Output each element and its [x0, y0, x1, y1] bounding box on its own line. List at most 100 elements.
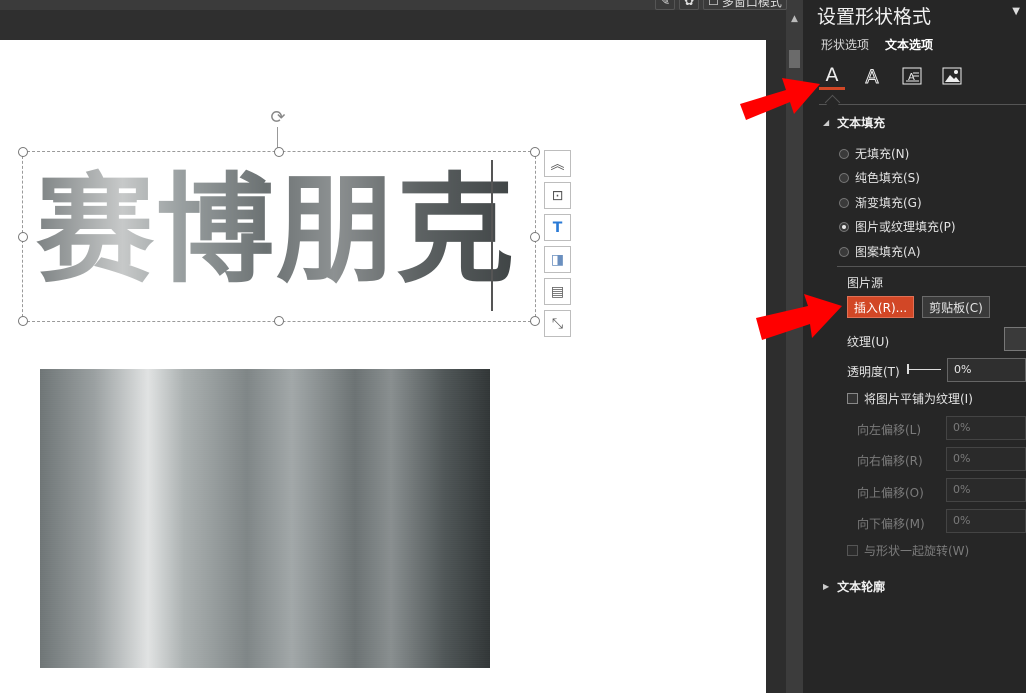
canvas-gutter	[766, 40, 786, 693]
radio-picture-fill[interactable]: 图片或纹理填充(P)	[839, 218, 956, 235]
top-toolbar: ✎ ✿ ☐ 多窗口模式	[655, 0, 787, 10]
radio-pattern-fill[interactable]: 图案填充(A)	[839, 243, 921, 260]
pane-menu-chevron-icon[interactable]: ▼	[1012, 6, 1020, 17]
text-box-icon[interactable]: A	[899, 62, 925, 90]
pane-separator	[819, 104, 1026, 105]
texture-picker-button[interactable]	[1004, 327, 1026, 351]
multiwindow-label: 多窗口模式	[721, 0, 782, 9]
offset-top-label: 向上偏移(O)	[857, 486, 924, 500]
multiwindow-button[interactable]: ☐ 多窗口模式	[703, 0, 787, 10]
offset-top-input[interactable]: 0%	[946, 478, 1026, 502]
pane-tabs: 形状选项 文本选项	[821, 36, 933, 53]
options-divider	[837, 266, 1026, 267]
offset-right-label: 向右偏移(R)	[857, 454, 923, 468]
ruler-bar	[0, 10, 803, 40]
red-arrow-icon	[756, 294, 842, 340]
transparency-slider[interactable]	[907, 369, 941, 370]
section-expanded-icon: ◢	[823, 118, 830, 127]
radio-picture-fill-label: 图片或纹理填充(P)	[855, 220, 956, 234]
offset-right-input[interactable]: 0%	[946, 447, 1026, 471]
collapse-tools-button[interactable]: ︽	[544, 150, 571, 177]
rotate-with-shape-option[interactable]: 与形状一起旋转(W)	[847, 542, 969, 559]
text-frame-icon: T	[552, 219, 563, 236]
svg-text:A: A	[866, 66, 879, 87]
text-style-button[interactable]: T	[544, 214, 571, 241]
text-caret	[491, 160, 493, 311]
radio-pattern-fill-label: 图案填充(A)	[855, 245, 921, 259]
offset-bottom-label: 向下偏移(M)	[857, 517, 925, 531]
section-collapsed-icon: ▶	[823, 582, 830, 591]
offset-left-input[interactable]: 0%	[946, 416, 1026, 440]
crop-arrow-icon: ⤡	[551, 315, 564, 332]
radio-no-fill[interactable]: 无填充(N)	[839, 145, 909, 162]
rotate-with-shape-checkbox[interactable]	[847, 545, 858, 556]
crop-button[interactable]: ⤡	[544, 310, 571, 337]
format-shape-pane: 设置形状格式 ▼ 形状选项 文本选项 A A A ◢ 文本填充 无填充(N) 纯…	[803, 0, 1026, 693]
text-options-icon-row: A A A	[819, 62, 965, 90]
radio-gradient-fill[interactable]: 渐变填充(G)	[839, 194, 922, 211]
slide-text[interactable]: 赛博朋克	[36, 160, 516, 300]
clipboard-button[interactable]: 剪贴板(C)	[922, 296, 990, 318]
align-center-icon: ⊡	[551, 187, 564, 204]
radio-solid-fill-label: 纯色填充(S)	[855, 171, 920, 185]
text-effects-icon[interactable]: A	[859, 62, 885, 90]
text-wrap-icon: ▤	[550, 283, 565, 300]
draw-icon: ✎	[660, 0, 671, 8]
radio-gradient-fill-label: 渐变填充(G)	[855, 196, 922, 210]
radio-picture-fill-control[interactable]	[839, 221, 849, 232]
offset-left-label: 向左偏移(L)	[857, 423, 922, 437]
transparency-input[interactable]: 0%	[947, 358, 1026, 382]
text-outline-section-header[interactable]: ▶ 文本轮廓	[823, 578, 885, 595]
radio-solid-fill[interactable]: 纯色填充(S)	[839, 169, 920, 186]
rotate-stem	[277, 127, 278, 149]
offset-bottom-input[interactable]: 0%	[946, 509, 1026, 533]
resize-handle-bottom[interactable]	[274, 316, 284, 326]
texture-label: 纹理(U)	[847, 335, 890, 349]
double-chevron-up-icon: ︽	[550, 156, 565, 173]
rotate-handle-icon[interactable]: ⟳	[268, 108, 288, 128]
text-fill-header: 文本填充	[837, 116, 886, 130]
tile-texture-label: 将图片平铺为纹理(I)	[864, 392, 973, 406]
pane-separator-notch	[824, 94, 841, 111]
resize-handle-bottom-right[interactable]	[530, 316, 540, 326]
radio-no-fill-control[interactable]	[839, 148, 849, 159]
transparency-label: 透明度(T)	[847, 365, 900, 379]
resize-handle-bottom-left[interactable]	[18, 316, 28, 326]
pane-title: 设置形状格式	[817, 6, 932, 28]
insert-button[interactable]: 插入(R)...	[847, 296, 914, 318]
tab-shape-options[interactable]: 形状选项	[821, 36, 869, 53]
brushed-metal-image[interactable]	[40, 369, 490, 668]
picture-icon[interactable]	[939, 62, 965, 90]
tab-text-options[interactable]: 文本选项	[885, 36, 933, 53]
resize-handle-left[interactable]	[18, 232, 28, 242]
draw-button[interactable]: ✎	[655, 0, 676, 10]
tile-texture-option[interactable]: 将图片平铺为纹理(I)	[847, 390, 973, 407]
resize-handle-top[interactable]	[274, 147, 284, 157]
resize-handle-top-right[interactable]	[530, 147, 540, 157]
resize-handle-right[interactable]	[530, 232, 540, 242]
resize-handle-top-left[interactable]	[18, 147, 28, 157]
wrap-button[interactable]: ▤	[544, 278, 571, 305]
settings-icon: ✿	[684, 0, 695, 8]
shape-layers-icon: ◨	[550, 251, 565, 268]
tile-texture-checkbox[interactable]	[847, 393, 858, 404]
align-button[interactable]: ⊡	[544, 182, 571, 209]
picture-source-label: 图片源	[847, 276, 884, 290]
shape-fill-button[interactable]: ◨	[544, 246, 571, 273]
text-fill-outline-icon[interactable]: A	[819, 62, 845, 90]
text-fill-section-header[interactable]: ◢ 文本填充	[823, 114, 885, 131]
radio-no-fill-label: 无填充(N)	[855, 147, 910, 161]
settings-button[interactable]: ✿	[679, 0, 700, 10]
title-bar: ✎ ✿ ☐ 多窗口模式	[0, 0, 803, 10]
radio-gradient-fill-control[interactable]	[839, 197, 849, 208]
scroll-thumb[interactable]	[789, 50, 800, 68]
text-outline-header: 文本轮廓	[837, 580, 886, 594]
red-arrow-icon	[740, 78, 820, 120]
scroll-up-icon[interactable]: ▲	[786, 14, 803, 28]
svg-text:A: A	[826, 64, 839, 86]
shape-quick-tools: ︽ ⊡ T ◨ ▤ ⤡	[544, 150, 571, 337]
radio-pattern-fill-control[interactable]	[839, 246, 849, 257]
multiwindow-icon: ☐	[708, 0, 719, 8]
rotate-with-shape-label: 与形状一起旋转(W)	[864, 544, 970, 558]
radio-solid-fill-control[interactable]	[839, 172, 849, 183]
